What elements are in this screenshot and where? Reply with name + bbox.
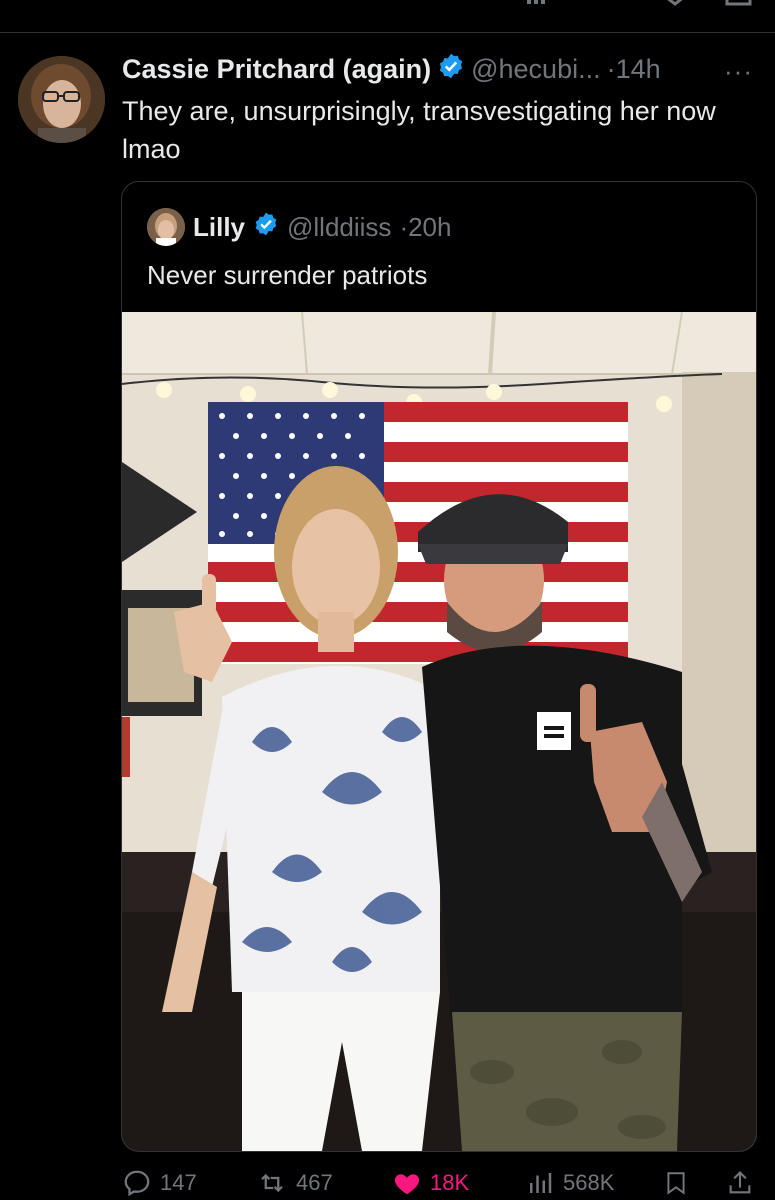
views-icon (530, 1173, 552, 1193)
tweet-text: They are, unsurprisingly, transvestigati… (122, 96, 716, 164)
reply-button[interactable]: 147 (122, 1168, 197, 1198)
tweet-header: Cassie Pritchard (again) @hecubi... ·14h (122, 52, 661, 86)
reply-count: 147 (160, 1170, 197, 1195)
author-name[interactable]: Cassie Pritchard (again) (122, 54, 431, 85)
like-count: 18K (430, 1170, 470, 1195)
quoted-text: Never surrender patriots (147, 260, 428, 290)
action-bar: 147 467 18K 568K (0, 1160, 775, 1200)
quoted-tweet[interactable]: Lilly @llddiiss ·20h Never surrender pat… (121, 181, 757, 1152)
author-avatar[interactable] (18, 56, 105, 143)
bookmark-icon (667, 1172, 685, 1195)
views-button[interactable]: 568K (525, 1168, 614, 1198)
reply-icon (124, 1170, 150, 1197)
quoted-photo[interactable] (122, 312, 756, 1151)
previous-tweet-actions (0, 0, 775, 33)
repost-count: 467 (296, 1170, 333, 1195)
share-icon (729, 1171, 751, 1194)
more-options-icon[interactable]: ··· (724, 56, 753, 87)
author-handle[interactable]: @hecubi... (471, 54, 600, 85)
views-count: 568K (563, 1170, 615, 1195)
quoted-handle[interactable]: @llddiiss (287, 212, 391, 243)
tweet-time[interactable]: ·14h (607, 54, 661, 85)
verified-badge-icon (437, 52, 465, 87)
repost-button[interactable]: 467 (256, 1168, 333, 1198)
repost-icon (261, 1173, 283, 1193)
share-button[interactable] (726, 1168, 754, 1198)
bookmark-button[interactable] (663, 1168, 689, 1198)
like-button[interactable]: 18K (392, 1168, 469, 1198)
quoted-author-name[interactable]: Lilly (193, 212, 245, 243)
quoted-header: Lilly @llddiiss ·20h (147, 208, 451, 246)
verified-badge-icon (253, 211, 279, 244)
heart-icon (394, 1174, 420, 1195)
quoted-time[interactable]: ·20h (399, 212, 451, 243)
quoted-avatar (147, 208, 185, 246)
